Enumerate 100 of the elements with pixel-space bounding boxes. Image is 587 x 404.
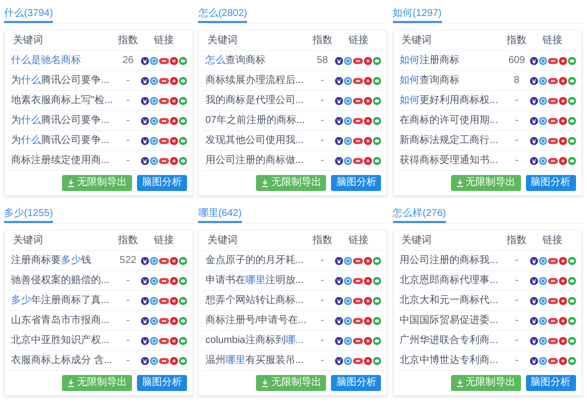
pill-icon[interactable] <box>353 76 364 84</box>
keyword-text[interactable]: 想弄个网站转让商标... <box>205 293 304 308</box>
keyword-text[interactable]: 注册商标要 <box>11 253 61 268</box>
keyword-text[interactable]: 地素衣服商标上写"检... <box>11 93 113 108</box>
circle-icon[interactable] <box>170 356 178 364</box>
highlighted-keyword-text[interactable]: 什么 <box>21 133 41 148</box>
highlighted-keyword-text[interactable]: 什么是驰名商标 <box>11 53 81 68</box>
pill-icon[interactable] <box>159 336 169 344</box>
keyword-text[interactable]: 北京中博世达专利商... <box>400 353 498 368</box>
keyword-text[interactable]: 广州华进联合专利商... <box>400 333 498 348</box>
keyword-text[interactable]: 腾讯公司要争... <box>41 133 110 148</box>
keyword-text[interactable]: 发现其他公司使用我... <box>205 133 304 148</box>
highlighted-keyword-text[interactable]: 多少 <box>61 253 81 268</box>
keyword-text[interactable]: 钱 <box>81 253 91 268</box>
analysis-button[interactable]: 脑图分析 <box>137 375 187 391</box>
highlighted-keyword-text[interactable]: 什么 <box>21 113 41 128</box>
pill-icon[interactable] <box>353 156 364 164</box>
pill-icon[interactable] <box>353 136 364 144</box>
keyword-text[interactable]: 申请书在 <box>205 273 246 288</box>
pill-icon[interactable] <box>548 276 558 284</box>
pill-icon[interactable] <box>548 56 558 64</box>
circle-icon[interactable] <box>364 356 372 364</box>
circle-icon[interactable] <box>364 136 372 144</box>
keyword-text[interactable]: 温州 <box>205 353 226 368</box>
highlighted-keyword-text[interactable]: 哪里 <box>245 273 266 288</box>
keyword-text[interactable]: 山东省青岛市市报商... <box>11 313 110 328</box>
pill-icon[interactable] <box>548 356 558 364</box>
pill-icon[interactable] <box>159 136 169 144</box>
pill-icon[interactable] <box>353 116 364 124</box>
tab[interactable]: 怎么样(276) <box>392 208 446 223</box>
keyword-text[interactable]: 注明放... <box>265 273 304 288</box>
circle-icon[interactable] <box>170 156 178 164</box>
pill-icon[interactable] <box>159 296 169 304</box>
analysis-button[interactable]: 脑图分析 <box>137 175 187 191</box>
keyword-text[interactable]: 驰善侵权案的赔偿的... <box>11 273 110 288</box>
keyword-text[interactable]: 查询商标 <box>420 73 460 88</box>
analysis-button[interactable]: 脑图分析 <box>526 175 576 191</box>
circle-icon[interactable] <box>364 96 372 104</box>
keyword-text[interactable]: 北京中亚胜知识产权... <box>11 333 110 348</box>
keyword-text[interactable]: 查询商标 <box>225 53 266 68</box>
keyword-text[interactable]: 商标注册续定使用商... <box>11 153 110 168</box>
keyword-text[interactable]: 用公司注册的商标做... <box>205 153 304 168</box>
circle-icon[interactable] <box>558 76 567 84</box>
pill-icon[interactable] <box>548 336 558 344</box>
circle-icon[interactable] <box>558 296 567 304</box>
pill-icon[interactable] <box>159 356 169 364</box>
keyword-text[interactable]: 腾讯公司要争... <box>41 73 110 88</box>
circle-icon[interactable] <box>558 316 567 324</box>
pill-icon[interactable] <box>159 96 169 104</box>
pill-icon[interactable] <box>548 116 558 124</box>
pill-icon[interactable] <box>548 316 558 324</box>
keyword-text[interactable]: 商标续展办理流程后... <box>205 73 304 88</box>
pill-icon[interactable] <box>548 256 558 264</box>
circle-icon[interactable] <box>364 296 372 304</box>
pill-icon[interactable] <box>353 336 364 344</box>
circle-icon[interactable] <box>170 136 178 144</box>
circle-icon[interactable] <box>364 276 372 284</box>
circle-icon[interactable] <box>170 76 178 84</box>
pill-icon[interactable] <box>548 296 558 304</box>
pill-icon[interactable] <box>159 156 169 164</box>
highlighted-keyword-text[interactable]: 什么 <box>21 73 41 88</box>
keyword-text[interactable]: 年注册商标了真... <box>31 293 110 308</box>
keyword-text[interactable]: 在商标的许可使用期... <box>400 113 498 128</box>
analysis-button[interactable]: 脑图分析 <box>331 175 382 191</box>
highlighted-keyword-text[interactable]: 如何 <box>400 93 420 108</box>
keyword-text[interactable]: 新商标法规定工商行... <box>400 133 498 148</box>
keyword-text[interactable]: 为 <box>11 73 21 88</box>
pill-icon[interactable] <box>159 276 169 284</box>
highlighted-keyword-text[interactable]: 怎么 <box>205 53 226 68</box>
circle-icon[interactable] <box>558 116 567 124</box>
circle-icon[interactable] <box>170 256 178 264</box>
pill-icon[interactable] <box>353 316 364 324</box>
circle-icon[interactable] <box>364 336 372 344</box>
circle-icon[interactable] <box>364 56 372 64</box>
analysis-button[interactable]: 脑图分析 <box>331 375 382 391</box>
highlighted-keyword-text[interactable]: 哪里 <box>225 353 246 368</box>
keyword-text[interactable]: 注册商标 <box>420 53 460 68</box>
keyword-text[interactable]: 腾讯公司要争... <box>41 113 110 128</box>
keyword-text[interactable]: 更好利用商标权... <box>420 93 498 108</box>
circle-icon[interactable] <box>170 316 178 324</box>
circle-icon[interactable] <box>558 276 567 284</box>
highlighted-keyword-text[interactable]: 哪... <box>285 333 304 348</box>
pill-icon[interactable] <box>353 296 364 304</box>
tab[interactable]: 怎么(2802) <box>198 8 248 23</box>
circle-icon[interactable] <box>558 156 567 164</box>
keyword-text[interactable]: 用公司注册的商标我... <box>400 253 498 268</box>
keyword-text[interactable]: columbia注商标到 <box>205 333 286 348</box>
circle-icon[interactable] <box>170 336 178 344</box>
pill-icon[interactable] <box>548 96 558 104</box>
keyword-text[interactable]: 07年之前注册的商标... <box>205 113 305 128</box>
pill-icon[interactable] <box>548 156 558 164</box>
circle-icon[interactable] <box>170 96 178 104</box>
circle-icon[interactable] <box>170 116 178 124</box>
keyword-text[interactable]: 为 <box>11 133 21 148</box>
circle-icon[interactable] <box>558 336 567 344</box>
pill-icon[interactable] <box>159 316 169 324</box>
circle-icon[interactable] <box>558 356 567 364</box>
circle-icon[interactable] <box>558 96 567 104</box>
circle-icon[interactable] <box>558 136 567 144</box>
pill-icon[interactable] <box>353 256 364 264</box>
